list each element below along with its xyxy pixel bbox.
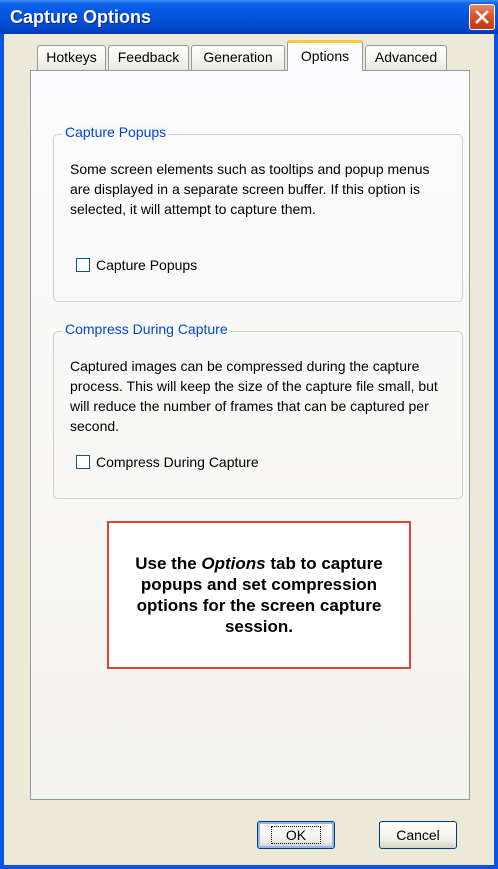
capture-popups-description: Some screen elements such as tooltips an… xyxy=(70,161,430,217)
options-tab-panel: Capture Popups Some screen elements such… xyxy=(30,70,470,800)
tab-feedback[interactable]: Feedback xyxy=(108,45,189,70)
callout-text: Use the Options tab to capture popups an… xyxy=(131,553,387,637)
ok-button-label: OK xyxy=(270,826,322,844)
capture-popups-checkbox-row[interactable]: Capture Popups xyxy=(76,257,197,273)
tab-advanced[interactable]: Advanced xyxy=(365,45,447,70)
cancel-button[interactable]: Cancel xyxy=(379,821,457,849)
close-icon xyxy=(475,10,489,24)
compress-during-capture-checkbox[interactable] xyxy=(76,455,90,469)
capture-popups-checkbox[interactable] xyxy=(76,258,90,272)
capture-popups-checkbox-label[interactable]: Capture Popups xyxy=(96,257,197,273)
capture-options-dialog: Capture Options Hotkeys Feedback Generat… xyxy=(0,0,498,869)
tab-options[interactable]: Options xyxy=(287,40,363,71)
ok-button[interactable]: OK xyxy=(257,821,335,849)
compress-during-capture-group: Compress During Capture Captured images … xyxy=(53,321,463,499)
window-title: Capture Options xyxy=(10,7,152,27)
instruction-callout: Use the Options tab to capture popups an… xyxy=(107,521,411,669)
capture-popups-group: Capture Popups Some screen elements such… xyxy=(53,124,463,302)
tab-hotkeys[interactable]: Hotkeys xyxy=(37,45,106,70)
compress-during-capture-checkbox-label[interactable]: Compress During Capture xyxy=(96,454,259,470)
callout-prefix: Use the xyxy=(135,554,202,573)
cancel-button-label: Cancel xyxy=(396,827,440,843)
compress-during-capture-legend: Compress During Capture xyxy=(62,321,231,337)
title-bar[interactable]: Capture Options xyxy=(0,0,498,34)
callout-emphasis: Options xyxy=(201,554,266,573)
tab-generation[interactable]: Generation xyxy=(191,45,285,70)
compress-during-capture-checkbox-row[interactable]: Compress During Capture xyxy=(76,454,259,470)
close-button[interactable] xyxy=(469,4,495,30)
capture-popups-legend: Capture Popups xyxy=(62,124,170,140)
compress-during-capture-description: Captured images can be compressed during… xyxy=(70,358,438,434)
tab-strip: Hotkeys Feedback Generation Options Adva… xyxy=(30,40,460,71)
